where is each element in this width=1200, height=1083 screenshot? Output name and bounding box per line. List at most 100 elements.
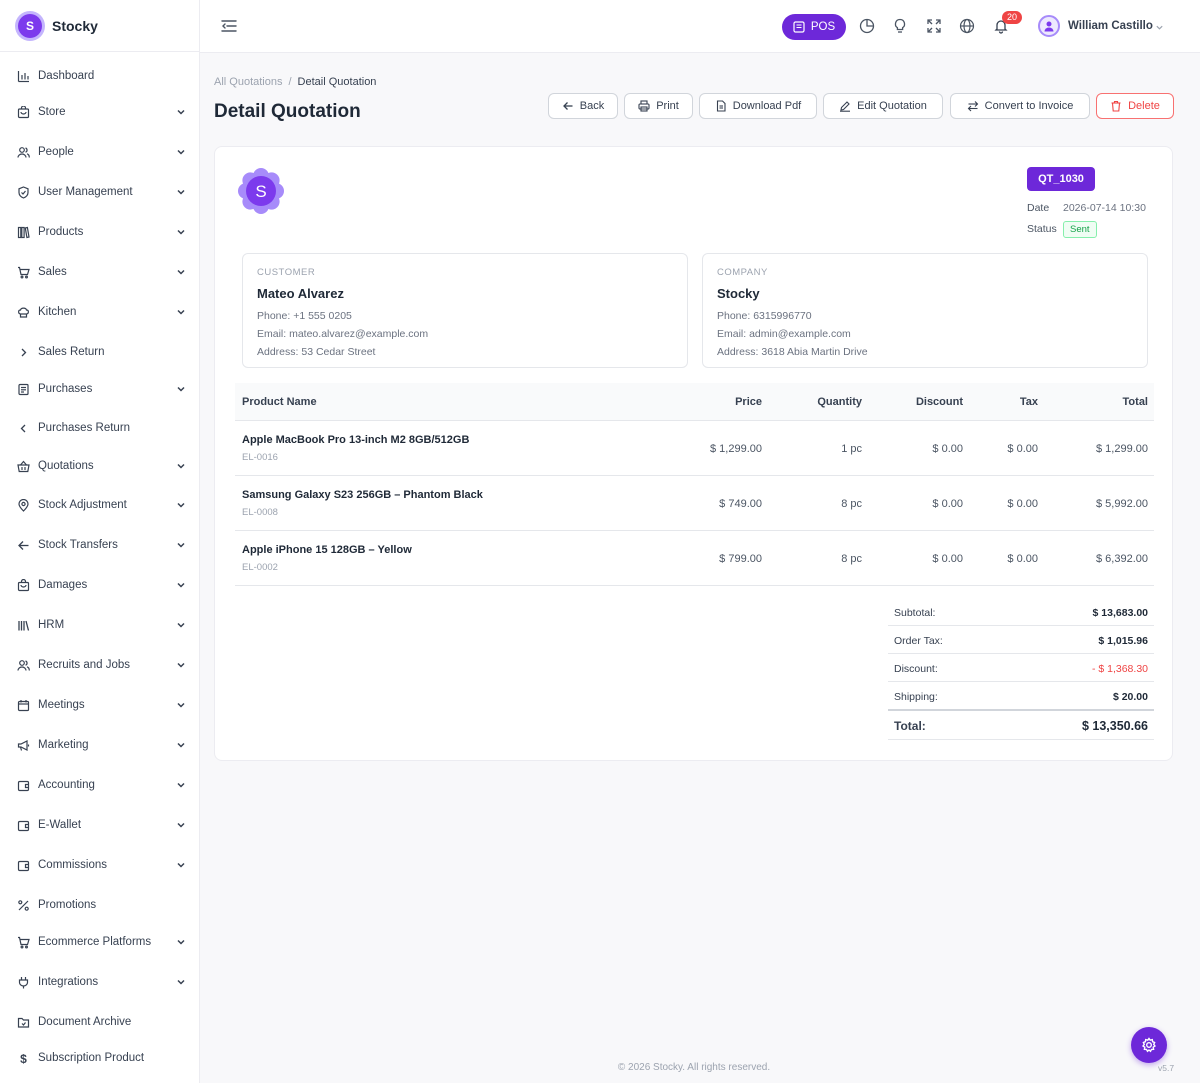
sidebar: S Stocky Dashboard Store People User Manage… [0,0,200,1083]
chevron-down-icon[interactable] [176,227,186,237]
sidebar-item-user-management[interactable]: User Management [0,180,200,204]
breadcrumb-current: Detail Quotation [297,76,377,88]
print-button[interactable]: Print [624,93,693,119]
menu-toggle-icon[interactable] [220,17,238,35]
sidebar-item-marketing[interactable]: Marketing [0,733,200,757]
chevron-down-icon[interactable] [176,860,186,870]
product-code: EL-0002 [242,562,278,573]
cart-icon [16,265,30,279]
quotation-card: S QT_1030 Date 2026-07-14 10:30 Status S… [214,146,1173,761]
chevron-left-icon [16,421,30,435]
product-name: Samsung Galaxy S23 256GB – Phantom Black [242,489,483,501]
chevron-down-icon[interactable] [176,307,186,317]
sidebar-item-purchases-return[interactable]: Purchases Return [0,416,200,440]
product-quantity: 8 pc [841,553,862,565]
company-logo: S [238,168,284,214]
chevron-down-icon[interactable] [176,384,186,394]
chevron-down-icon[interactable] [176,780,186,790]
sidebar-item-purchases[interactable]: Purchases [0,377,200,401]
sidebar-item-e-wallet[interactable]: E-Wallet [0,813,200,837]
chevron-down-icon[interactable] [176,580,186,590]
fullscreen-icon[interactable] [925,17,943,35]
chevron-down-icon[interactable] [176,620,186,630]
pos-button[interactable]: POS [782,14,846,40]
convert-to-invoice-button[interactable]: Convert to Invoice [950,93,1090,119]
sidebar-item-products[interactable]: Products [0,220,200,244]
sidebar-item-document-archive[interactable]: Document Archive [0,1010,200,1034]
back-button[interactable]: Back [548,93,618,119]
sidebar-item-store[interactable]: Store [0,100,200,124]
sidebar-item-damages[interactable]: Damages [0,573,200,597]
version-label: v5.7 [1158,1063,1175,1073]
plug-icon [16,975,30,989]
trash-icon [1111,100,1121,112]
delete-button[interactable]: Delete [1096,93,1174,119]
product-tax: $ 0.00 [1007,443,1038,455]
download-pdf-label: Download Pdf [732,100,802,112]
sidebar-item-meetings[interactable]: Meetings [0,693,200,717]
megaphone-icon [16,738,30,752]
sidebar-item-people[interactable]: People [0,140,200,164]
avatar[interactable] [1038,15,1060,37]
pos-label: POS [810,21,836,33]
breadcrumb-parent-link[interactable]: All Quotations [214,76,282,88]
convert-to-invoice-label: Convert to Invoice [984,100,1074,112]
chevron-down-icon[interactable] [176,700,186,710]
download-pdf-button[interactable]: Download Pdf [699,93,817,119]
chevron-down-icon[interactable] [176,977,186,987]
sidebar-item-integrations[interactable]: Integrations [0,970,200,994]
brand-logo: S [18,13,42,38]
sidebar-item-sales[interactable]: Sales [0,260,200,284]
lightbulb-icon[interactable] [891,17,909,35]
sidebar-item-recruits-and-jobs[interactable]: Recruits and Jobs [0,653,200,677]
sidebar-item-promotions[interactable]: Promotions [0,893,200,917]
chart-bar-icon [16,69,30,83]
sidebar-item-subscription-product[interactable]: $ Subscription Product [0,1046,200,1070]
chevron-down-icon[interactable] [176,107,186,117]
sidebar-item-hrm[interactable]: HRM [0,613,200,637]
edit-quotation-button[interactable]: Edit Quotation [823,93,943,119]
brand[interactable]: S Stocky [0,0,199,52]
pie-chart-icon[interactable] [858,17,876,35]
product-discount: $ 0.00 [932,443,963,455]
chevron-down-icon[interactable] [1155,21,1164,35]
globe-icon[interactable] [958,17,976,35]
chevron-down-icon[interactable] [176,187,186,197]
sidebar-item-label: Marketing [38,739,89,751]
sidebar-item-sales-return[interactable]: Sales Return [0,340,200,364]
chevron-down-icon[interactable] [176,147,186,157]
product-discount: $ 0.00 [932,498,963,510]
sidebar-item-label: E-Wallet [38,819,82,831]
folder-icon [16,1015,30,1029]
basket-icon [16,459,30,473]
receipt-icon [16,382,30,396]
sidebar-item-commissions[interactable]: Commissions [0,853,200,877]
chevron-down-icon[interactable] [176,740,186,750]
sidebar-item-stock-adjustment[interactable]: Stock Adjustment [0,493,200,517]
chevron-down-icon[interactable] [176,660,186,670]
table-header: Product Name Price Quantity Discount Tax… [235,383,1154,421]
sidebar-item-ecommerce-platforms[interactable]: Ecommerce Platforms [0,930,200,954]
brand-name: Stocky [52,17,98,34]
sidebar-item-accounting[interactable]: Accounting [0,773,200,797]
sidebar-item-label: Commissions [38,859,108,871]
sidebar-item-label: People [38,146,74,158]
status-badge: Sent [1063,221,1097,238]
chevron-down-icon[interactable] [176,820,186,830]
sidebar-item-kitchen[interactable]: Kitchen [0,300,200,324]
chevron-down-icon[interactable] [176,461,186,471]
chevron-down-icon[interactable] [176,500,186,510]
chevron-down-icon[interactable] [176,267,186,277]
customer-box: CUSTOMER Mateo Alvarez Phone: +1 555 020… [242,253,688,368]
people-icon [16,145,30,159]
date-value: 2026-07-14 10:30 [1063,202,1146,214]
sidebar-item-stock-transfers[interactable]: Stock Transfers [0,533,200,557]
sidebar-item-quotations[interactable]: Quotations [0,454,200,478]
chevron-down-icon[interactable] [176,937,186,947]
settings-fab[interactable] [1131,1027,1167,1063]
chevron-down-icon[interactable] [176,540,186,550]
customer-name: Mateo Alvarez [257,286,344,301]
user-name[interactable]: William Castillo [1068,20,1153,32]
sidebar-item-dashboard[interactable]: Dashboard [0,64,200,88]
grand-total-value: $ 13,350.66 [1081,719,1148,733]
